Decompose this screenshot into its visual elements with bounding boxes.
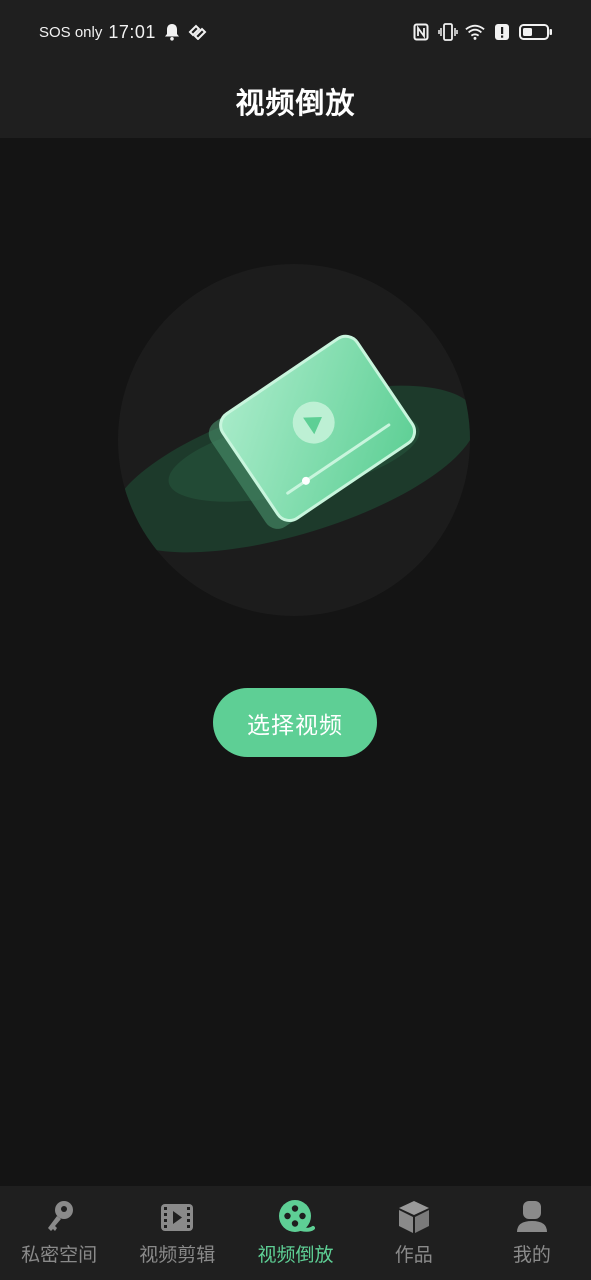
header: 视频倒放 xyxy=(0,64,591,138)
main-content: 选择视频 xyxy=(0,138,591,1186)
user-icon xyxy=(513,1198,551,1236)
key-icon xyxy=(40,1198,78,1236)
carrier-text: SOS only xyxy=(39,23,103,41)
status-right xyxy=(411,23,553,41)
battery-icon xyxy=(519,23,553,41)
nav-label: 私密空间 xyxy=(21,1244,98,1266)
nav-item-mine[interactable]: 我的 xyxy=(473,1186,591,1280)
clock-time: 17:01 xyxy=(108,21,156,42)
bell-icon xyxy=(162,23,182,41)
video-reverse-illustration xyxy=(118,264,470,616)
nav-item-works[interactable]: 作品 xyxy=(355,1186,473,1280)
wifi-icon xyxy=(465,23,485,41)
nav-item-video-edit[interactable]: 视频剪辑 xyxy=(118,1186,236,1280)
status-bar: SOS only 17:01 xyxy=(0,0,591,64)
nav-label: 视频倒放 xyxy=(257,1244,334,1266)
vibrate-icon xyxy=(438,23,458,41)
page-title: 视频倒放 xyxy=(235,86,356,120)
select-video-button[interactable]: 选择视频 xyxy=(213,688,377,757)
film-icon xyxy=(158,1198,196,1236)
nav-label: 视频剪辑 xyxy=(139,1244,216,1266)
alert-icon xyxy=(492,23,512,41)
nfc-icon xyxy=(411,23,431,41)
bottom-nav: 私密空间 视频剪辑 视频倒放 作品 我的 xyxy=(0,1186,591,1280)
app-notification-icon xyxy=(188,23,208,41)
nav-item-video-reverse[interactable]: 视频倒放 xyxy=(236,1186,354,1280)
cube-icon xyxy=(395,1198,433,1236)
nav-item-private-space[interactable]: 私密空间 xyxy=(0,1186,118,1280)
reel-icon xyxy=(277,1198,315,1236)
nav-label: 我的 xyxy=(512,1244,551,1266)
status-left: SOS only 17:01 xyxy=(39,22,208,43)
nav-label: 作品 xyxy=(394,1244,433,1266)
